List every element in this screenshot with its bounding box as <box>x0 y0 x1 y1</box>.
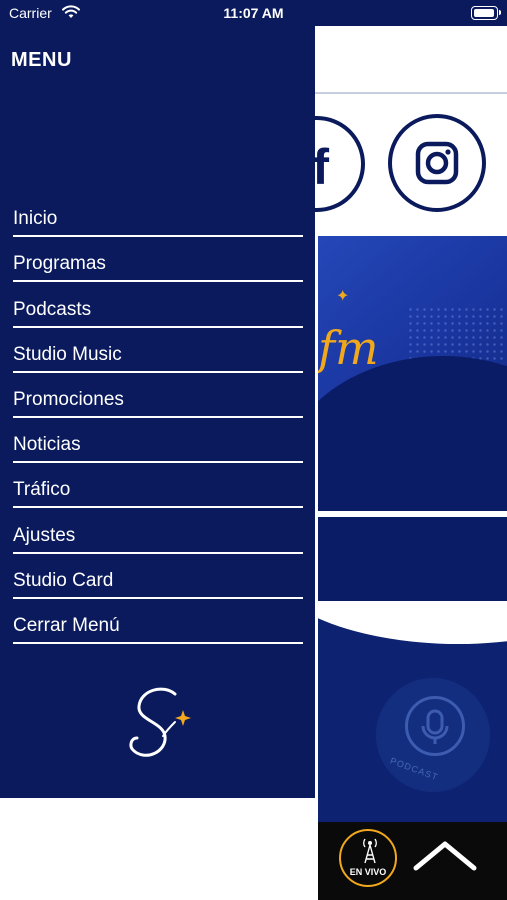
banner-logo-text: fm <box>318 321 379 375</box>
side-menu: MENU Inicio Programas Podcasts Studio Mu… <box>0 26 315 798</box>
status-bar: Carrier 11:07 AM <box>0 0 507 26</box>
menu-item-noticias[interactable]: Noticias <box>13 418 303 464</box>
studio-s-logo-icon <box>129 687 191 757</box>
live-button[interactable]: EN VIVO <box>339 829 397 887</box>
menu-title: MENU <box>11 49 72 71</box>
radio-tower-icon <box>363 838 377 864</box>
instagram-icon[interactable] <box>388 114 486 212</box>
menu-item-programas[interactable]: Programas <box>13 237 303 283</box>
menu-item-ajustes[interactable]: Ajustes <box>13 508 303 554</box>
menu-item-studio-card[interactable]: Studio Card <box>13 554 303 599</box>
menu-item-cerrar-menu[interactable]: Cerrar Menú <box>13 599 303 644</box>
chevron-up-icon[interactable] <box>410 832 480 882</box>
microphone-icon <box>405 696 465 756</box>
menu-item-trafico[interactable]: Tráfico <box>13 463 303 509</box>
background-app: f ✦ fm PODCAST EN VIVO <box>315 26 507 900</box>
podcast-card[interactable]: PODCAST <box>318 604 507 824</box>
menu-item-promociones[interactable]: Promociones <box>13 373 303 418</box>
player-bar: EN VIVO <box>318 822 507 900</box>
content-strip <box>318 517 507 601</box>
station-banner[interactable]: ✦ fm <box>318 236 507 511</box>
star-icon: ✦ <box>336 288 350 305</box>
battery-icon <box>471 6 501 20</box>
social-links: f <box>315 110 507 220</box>
battery-level <box>474 9 494 17</box>
app-header <box>315 26 507 94</box>
menu-item-inicio[interactable]: Inicio <box>13 192 303 238</box>
clock: 11:07 AM <box>223 5 284 21</box>
menu-bottom-area <box>0 798 318 900</box>
menu-item-studio-music[interactable]: Studio Music <box>13 328 303 373</box>
facebook-icon[interactable]: f <box>315 116 365 212</box>
live-label: EN VIVO <box>349 867 387 877</box>
menu-list: Inicio Programas Podcasts Studio Music P… <box>13 192 303 644</box>
menu-item-podcasts[interactable]: Podcasts <box>13 282 303 328</box>
